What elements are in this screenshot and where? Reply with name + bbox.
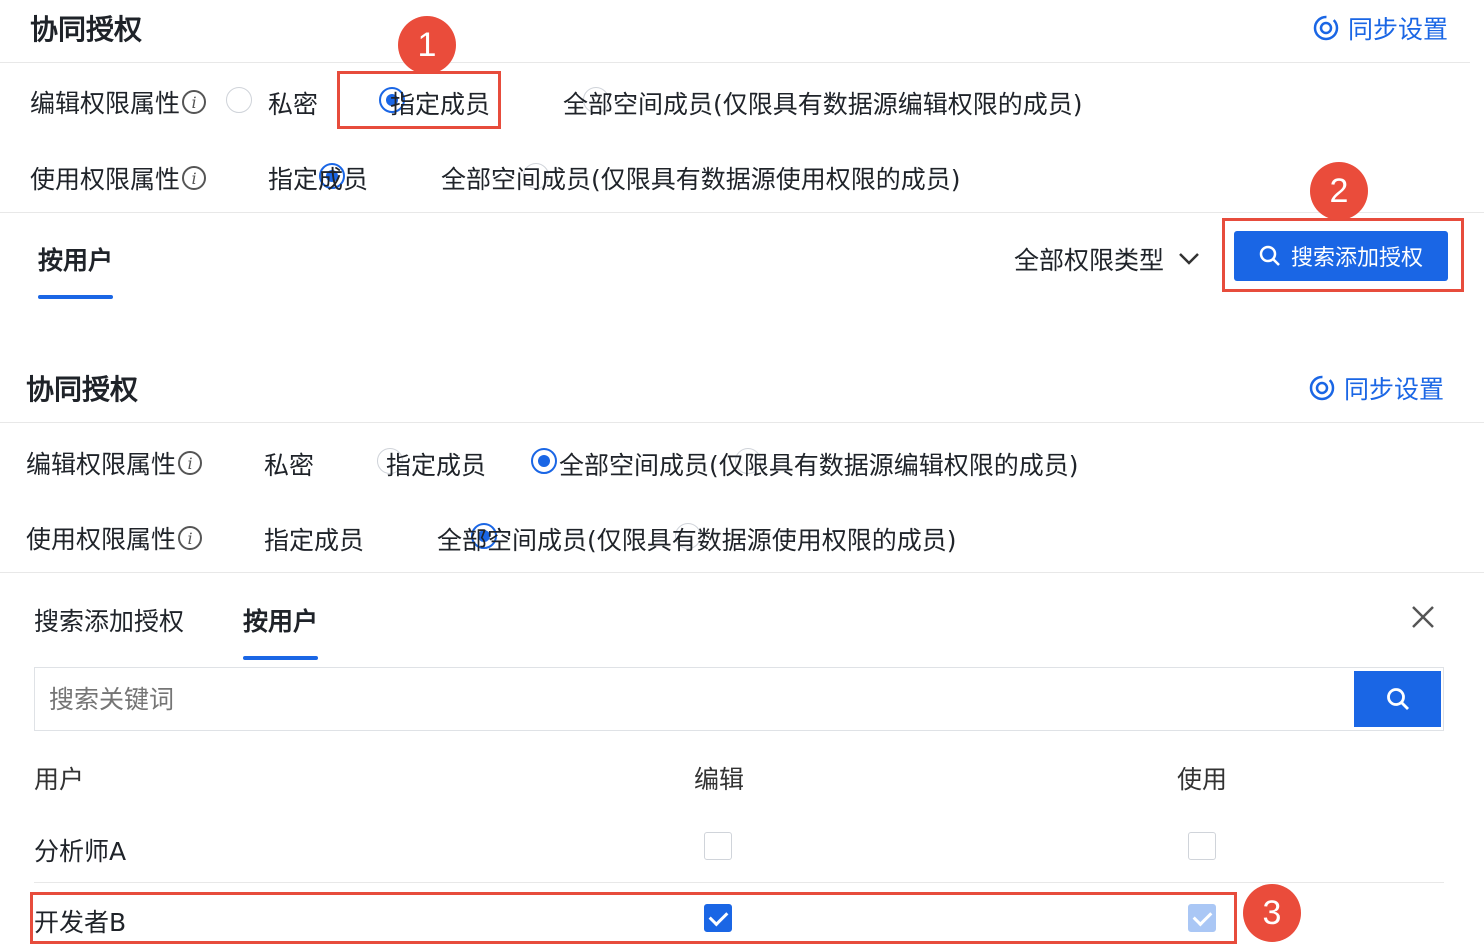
option-edit-all-members: 全部空间成员(仅限具有数据源编辑权限的成员) [563,90,1083,119]
search-icon [1386,688,1409,710]
option-edit-private: 私密 [268,90,319,119]
highlight-box-2 [1222,218,1464,292]
column-header-edit: 编辑 [694,765,745,794]
step-badge-1: 1 [398,16,456,74]
sync-icon [1309,375,1335,401]
tab-by-user[interactable]: 按用户 [243,602,318,638]
highlight-box-3 [30,892,1237,944]
close-icon[interactable] [1410,604,1436,630]
option-edit-all-members: 全部空间成员(仅限具有数据源编辑权限的成员) [559,451,1079,480]
info-icon[interactable]: i [178,451,203,475]
highlight-box-1 [337,71,501,129]
panel2-title: 协同授权 [26,373,139,406]
option-use-specified: 指定成员 [264,526,365,555]
tab-by-user[interactable]: 按用户 [38,241,113,277]
search-button[interactable] [1354,671,1441,727]
radio-edit-private[interactable] [226,87,252,113]
option-use-all-members: 全部空间成员(仅限具有数据源使用权限的成员) [437,526,957,555]
option-use-all-members: 全部空间成员(仅限具有数据源使用权限的成员) [441,165,961,194]
permission-type-filter[interactable]: 全部权限类型 [1014,241,1200,277]
panel1-use-permission-label: 使用权限属性 i [30,160,207,196]
user-name: 分析师A [34,837,127,866]
column-header-user: 用户 [34,765,85,794]
use-checkbox[interactable] [1188,832,1216,860]
edit-checkbox[interactable] [704,832,732,860]
column-header-use: 使用 [1177,765,1228,794]
sync-label: 同步设置 [1344,375,1445,404]
filter-label: 全部权限类型 [1014,246,1165,275]
panel1-title: 协同授权 [30,13,143,46]
panel2-use-permission-label: 使用权限属性 i [26,520,203,556]
sync-label: 同步设置 [1348,15,1449,44]
option-edit-private: 私密 [264,451,315,480]
search-bar [34,667,1444,731]
tab-search-add-authorization[interactable]: 搜索添加授权 [34,602,184,638]
sync-icon [1313,15,1339,41]
chevron-down-icon [1179,253,1199,265]
panel1-sync-settings-link[interactable]: 同步设置 [1312,10,1448,46]
panel2-edit-permission-label: 编辑权限属性 i [26,445,203,481]
info-icon[interactable]: i [182,166,207,190]
info-icon[interactable]: i [182,90,207,114]
table-row: 分析师A [0,812,1484,882]
step-badge-2: 2 [1310,162,1368,220]
radio-edit-specified[interactable] [530,448,557,474]
info-icon[interactable]: i [178,526,203,550]
step-badge-3: 3 [1243,884,1301,942]
search-input[interactable] [35,668,1353,730]
option-edit-specified: 指定成员 [386,451,487,480]
panel1-edit-permission-label: 编辑权限属性 i [30,84,207,120]
option-use-specified: 指定成员 [268,165,369,194]
panel2-sync-settings-link[interactable]: 同步设置 [1308,370,1444,406]
